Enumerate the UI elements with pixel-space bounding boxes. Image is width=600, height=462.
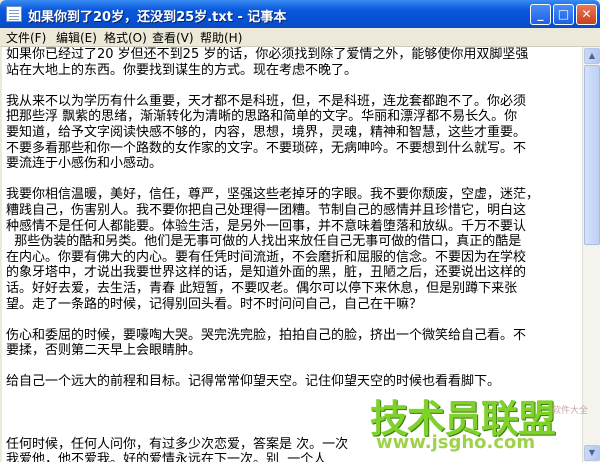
text-line: 站在大地上的东西。你要找到谋生的方式。现在考虑不晚了。 xyxy=(6,62,358,78)
menu-format[interactable]: 格式(O) xyxy=(104,29,147,46)
text-line xyxy=(6,78,578,94)
text-line xyxy=(6,359,578,375)
text-line: 如果你已经过了20 岁但还不到25 岁的话，你必须找到除了爱情之外，能够使你用双… xyxy=(6,47,529,62)
watermark-url: www.jsgho.com xyxy=(376,432,536,453)
text-line: 要流连于小感伤和小感动。 xyxy=(6,156,163,172)
text-line: 糟践自己，伤害别人。我不要你把自己处理得一团糟。节制自己的感情并且珍惜它，明白这 xyxy=(6,202,527,218)
text-line: 伤心和委屈的时候，要嚎啕大哭。哭完洗完脸，拍拍自己的脸，挤出一个微笑给自己看。不 xyxy=(6,327,527,343)
menu-file[interactable]: 文件(F) xyxy=(6,29,46,46)
notepad-window: 如果你到了20岁，还没到25岁.txt - 记事本 _ □ ✕ 文件(F) 编辑… xyxy=(0,0,600,462)
window-title: 如果你到了20岁，还没到25岁.txt - 记事本 xyxy=(28,10,287,25)
scroll-down-arrow-icon[interactable]: ▼ xyxy=(584,445,600,461)
text-line: 我要你相信温暖，美好，信任，尊严，坚强这些老掉牙的字眼。我不要你颓废，空虚，迷茫… xyxy=(6,187,540,203)
text-line: 种感情不是任何人都能要。体验生活，是另外一回事，并不意味着堕落和放纵。千万不要认 xyxy=(6,218,527,234)
menu-edit[interactable]: 编辑(E) xyxy=(56,29,97,46)
text-line: 要揉，否则第二天早上会眼睛肿。 xyxy=(6,343,202,359)
text-line: 要知道，给予文字阅读快感不够的，内容，思想，境界，灵魂，精神和智慧，这些才重要。 xyxy=(6,124,527,140)
text-line: 话。好好去爱，去生活，青春 此短暂，不要叹老。偶尔可以停下来休息，但是别蹲下来张 xyxy=(6,280,518,296)
menu-view[interactable]: 查看(V) xyxy=(152,29,194,46)
close-button[interactable]: ✕ xyxy=(576,4,597,25)
text-line: 的象牙塔中，才说出我要世界这样的话，是知道外面的黑，脏，丑陋之后，还要说出这样的 xyxy=(6,265,527,281)
text-line xyxy=(6,172,578,188)
text-line xyxy=(6,312,578,328)
menu-help[interactable]: 帮助(H) xyxy=(200,29,242,46)
minimize-button[interactable]: _ xyxy=(530,4,551,25)
menu-bar: 文件(F) 编辑(E) 格式(O) 查看(V) 帮助(H) xyxy=(0,28,600,47)
text-line: 把那些浮 飘紫的思绪，渐渐转化为清晰的思路和简单的文字。华丽和漂浮都不易长久。你 xyxy=(6,109,518,125)
text-line: 我从来不以为学历有什么重要，天才都不是科班，但，不是科班，连龙套都跑不了。你必须 xyxy=(6,93,527,109)
text-line: 不要多看那些和你一个路数的女作家的文字。不要琐碎，无病呻吟。不要想到什么就写。不 xyxy=(6,140,527,156)
scrollbar-thumb[interactable] xyxy=(584,65,600,245)
text-line: 我爱他，他不爱我。好的爱情永远在下一次。别 一个人 xyxy=(6,452,331,462)
text-line: 望。走了一条路的时候，记得别回头看。时不时问问自己，自己在干嘛？ xyxy=(6,296,423,312)
maximize-button[interactable]: □ xyxy=(553,4,574,25)
scroll-up-arrow-icon[interactable]: ▲ xyxy=(584,48,600,64)
notepad-icon[interactable] xyxy=(6,6,22,22)
text-line: 在内心。你要有佛大的内心。要有任凭时间流逝，不会磨折和屈服的信念。不要因为在学校 xyxy=(6,249,527,265)
text-line: 那些伪装的酷和另类。他们是无事可做的人找出来放任自己无事可做的借口，真正的酷是 xyxy=(6,234,522,250)
vertical-scrollbar[interactable]: ▲ ▼ xyxy=(582,47,600,462)
title-bar[interactable]: 如果你到了20岁，还没到25岁.txt - 记事本 _ □ ✕ xyxy=(0,0,600,28)
watermark-small-text: 软件大全 xyxy=(552,406,589,416)
